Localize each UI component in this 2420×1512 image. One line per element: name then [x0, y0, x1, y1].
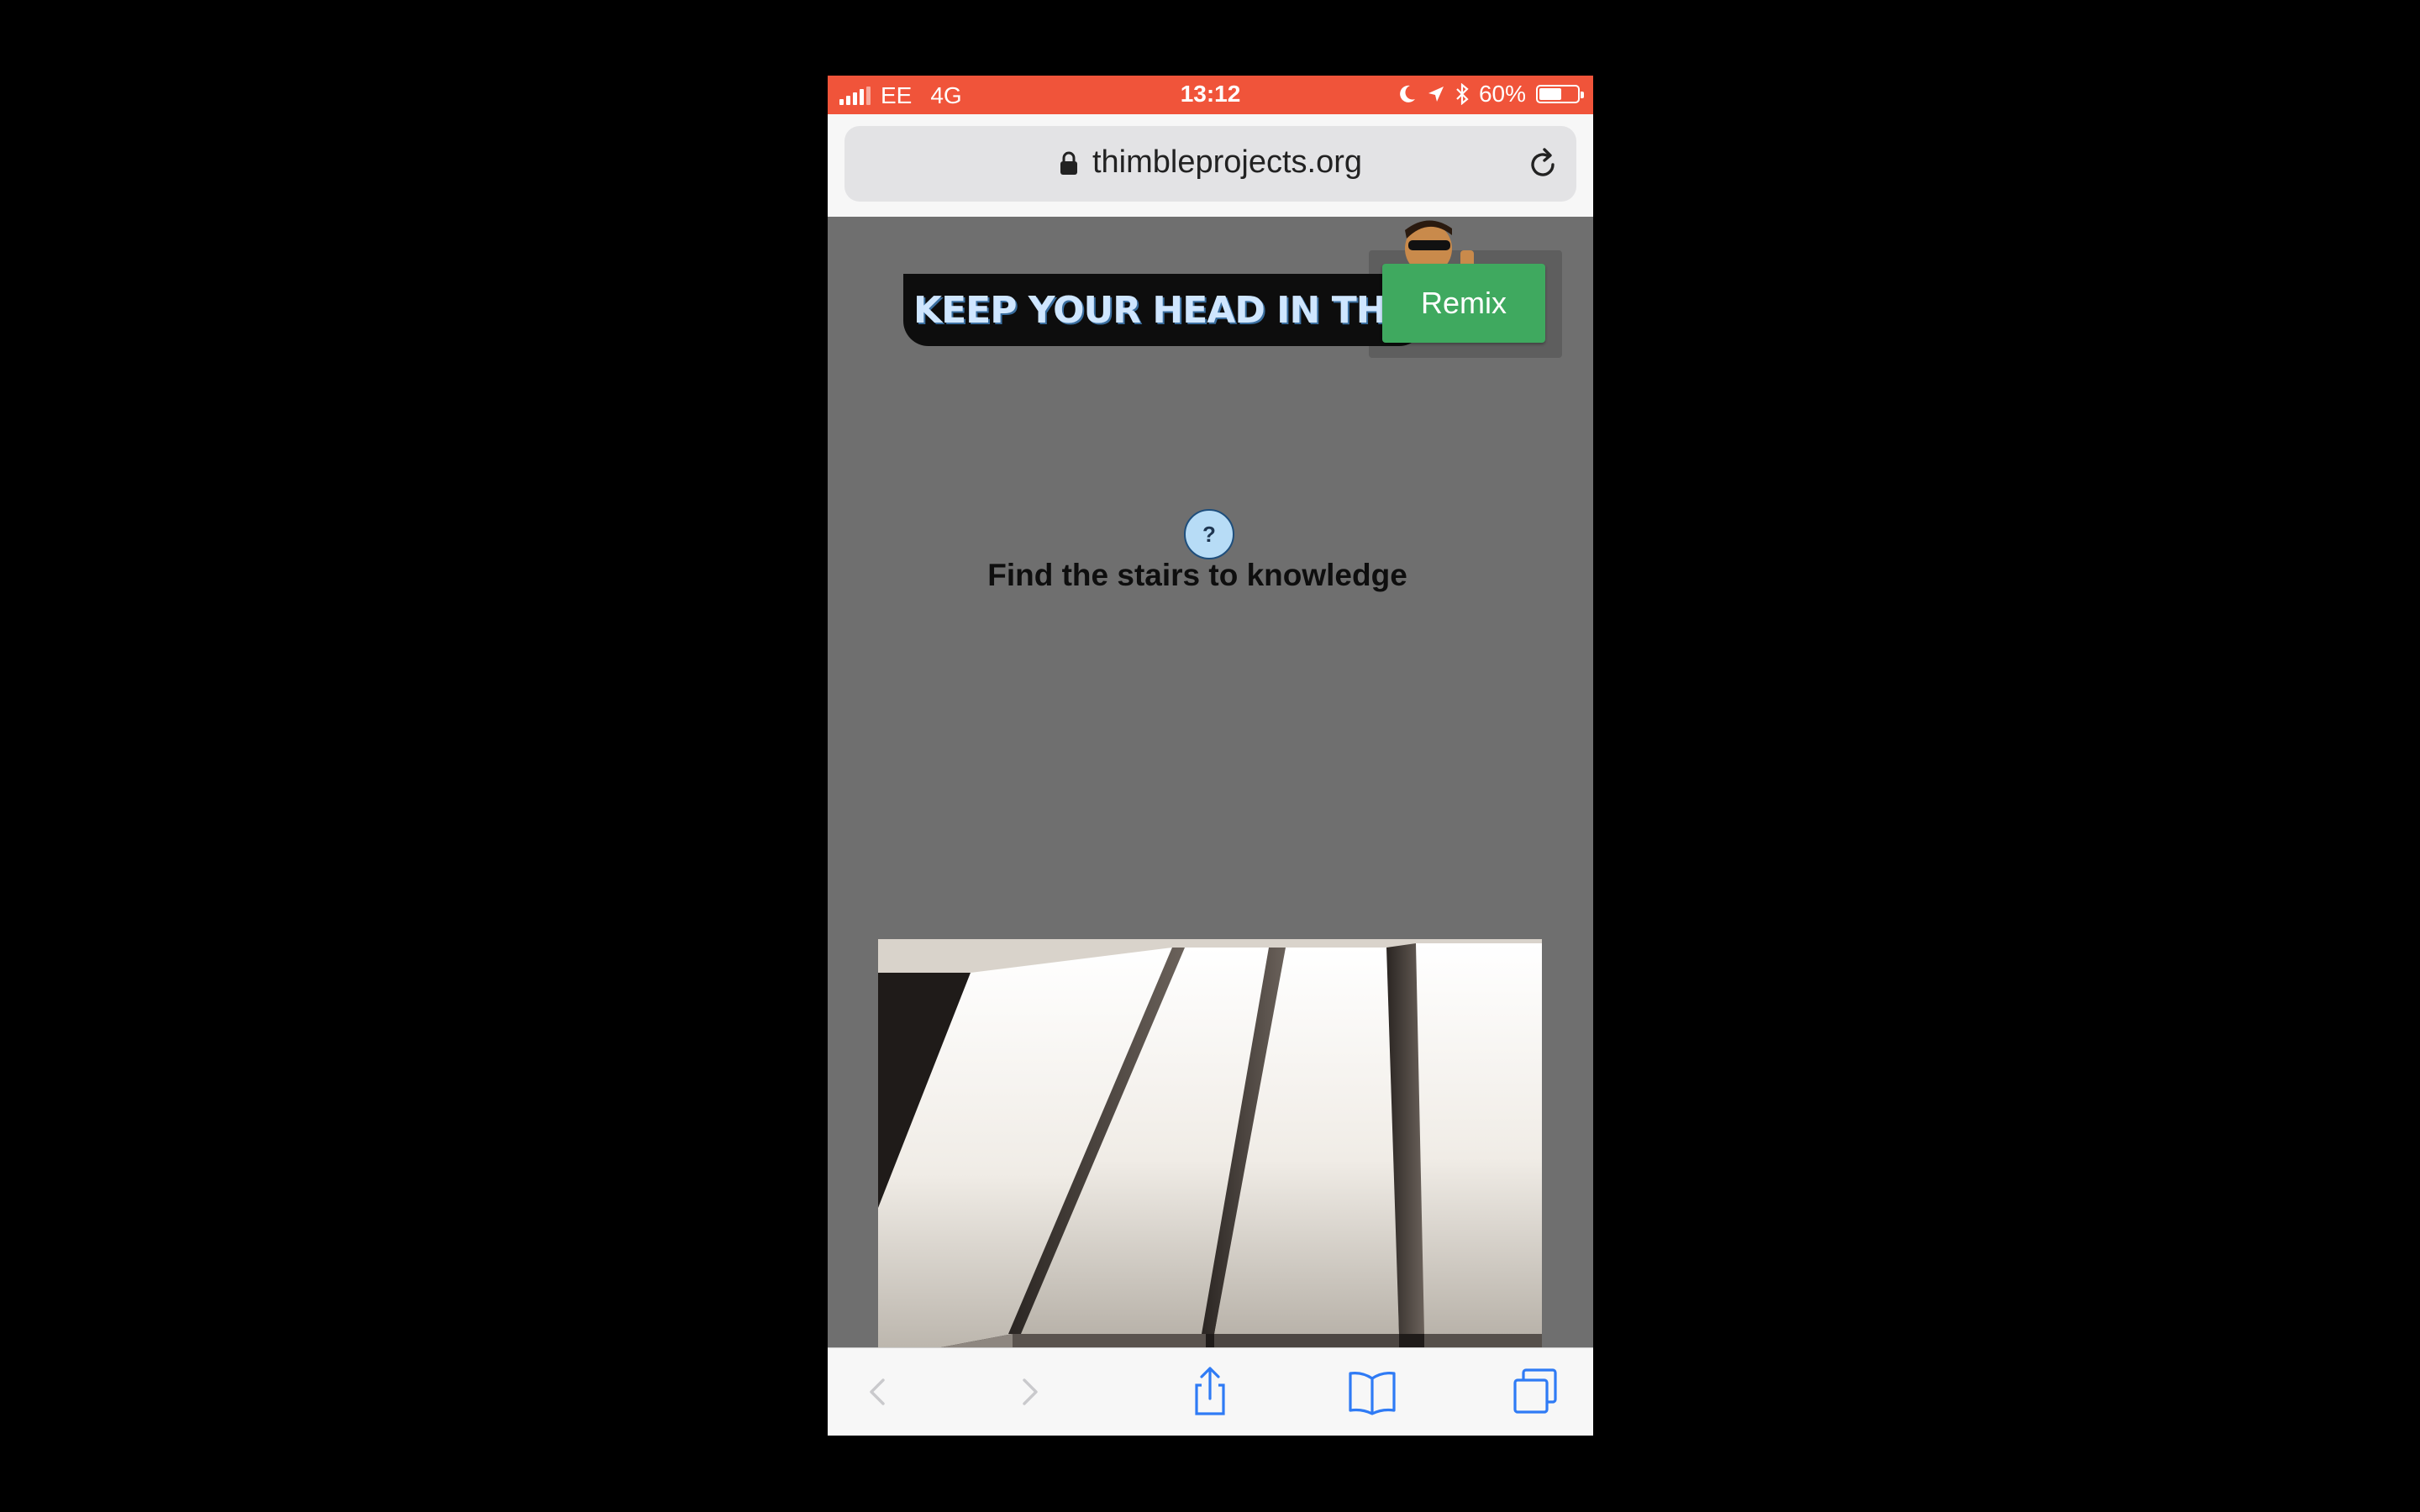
battery-percent: 60%	[1478, 81, 1526, 107]
bookmarks-icon[interactable]	[1347, 1365, 1397, 1419]
battery-icon	[1536, 85, 1584, 103]
browser-address-area: thimbleprojects.org	[828, 114, 1593, 218]
status-bar: EE 4G 13:12 60%	[828, 76, 1593, 114]
tabs-icon[interactable]	[1510, 1365, 1560, 1419]
help-button[interactable]: ?	[1184, 509, 1234, 559]
location-arrow-icon	[1428, 87, 1444, 102]
title-banner: KEEP YOUR HEAD IN THE GA	[903, 274, 1424, 346]
bluetooth-icon	[1456, 83, 1469, 105]
forward-icon[interactable]	[1004, 1365, 1055, 1419]
hint-text: Find the stairs to knowledge	[987, 558, 1407, 592]
reload-icon[interactable]	[1524, 146, 1561, 183]
address-bar[interactable]: thimbleprojects.org	[844, 126, 1576, 202]
phone-screen: EE 4G 13:12 60% thimbleprojects.org KEEP…	[828, 76, 1593, 1436]
lock-icon	[1060, 151, 1077, 175]
share-icon[interactable]	[1185, 1365, 1235, 1419]
remix-button[interactable]: Remix	[1382, 264, 1545, 343]
url-text: thimbleprojects.org	[1092, 144, 1363, 180]
banner-text: KEEP YOUR HEAD IN THE GA	[913, 289, 1424, 332]
web-page: KEEP YOUR HEAD IN THE GA Remix ? Find th…	[828, 217, 1593, 1422]
moon-icon	[1400, 85, 1415, 102]
browser-toolbar	[828, 1347, 1593, 1436]
status-right: 60%	[1398, 81, 1584, 108]
back-icon[interactable]	[853, 1365, 903, 1419]
url-display[interactable]: thimbleprojects.org	[844, 144, 1576, 181]
